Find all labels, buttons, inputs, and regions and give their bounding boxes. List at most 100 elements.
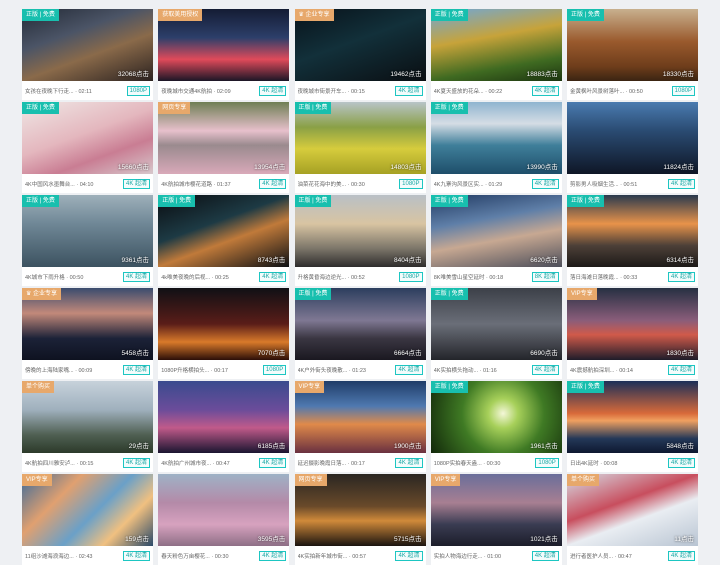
license-badge: 正版 | 免费	[430, 381, 468, 393]
video-thumbnail[interactable]: 7070点击	[158, 288, 290, 360]
video-thumbnail[interactable]: 正版 | 免费 9361点击	[22, 195, 153, 267]
video-card[interactable]: 正版 | 免费 8743点击 4k唯美夜晚的后视... · 00:25 4K 超清	[158, 195, 290, 286]
video-title[interactable]: 4K户外街头夜晚散... · 01:23	[298, 366, 396, 374]
video-thumbnail[interactable]: ♛ 企业专享 19462点击	[294, 9, 426, 81]
video-card[interactable]: 11824点击 剪影男人吸烟生活... · 00:51 4K 超清	[567, 102, 698, 193]
video-card[interactable]: 正版 | 免费 14803点击 油菜花花海中的美... · 00:30 1080P	[294, 102, 426, 193]
video-title[interactable]: 落日海滩日落晚霞... · 00:33	[570, 273, 668, 281]
resolution-tag: 4K 超清	[259, 178, 287, 189]
video-card[interactable]: 正版 | 免费 15660点击 4K中国风水墨舞台... · 04:10 4K 超清	[22, 102, 153, 193]
video-card[interactable]: 正版 | 免费 18330点击 金黄枫叶风景树落叶... · 00:50 1080P	[567, 9, 698, 100]
video-thumbnail[interactable]: 11824点击	[567, 102, 698, 174]
video-title[interactable]: 夜晚城市街景开车... · 00:15	[298, 87, 396, 95]
video-title[interactable]: 剪影男人吸烟生活... · 00:51	[570, 180, 668, 188]
video-title[interactable]: 1080P升格横拍头... · 00:17	[161, 366, 263, 374]
video-title[interactable]: 11组沙滩海浪海边... · 02:43	[25, 552, 123, 560]
video-title[interactable]: 夜晚城市交通4K航拍 · 02:09	[161, 87, 259, 95]
video-thumbnail[interactable]: 正版 | 免费 13990点击	[430, 102, 562, 174]
video-thumbnail[interactable]: 单个购买 11点击	[567, 474, 698, 546]
video-title[interactable]: 金黄枫叶风景树落叶... · 00:50	[570, 87, 672, 95]
video-meta: 4k唯美夜晚的后视... · 00:25 4K 超清	[158, 267, 289, 286]
video-card[interactable]: 单个购买 29点击 4K航拍四川雅安泸... · 00:15 4K 超清	[22, 381, 153, 472]
video-card[interactable]: 正版 | 免费 13990点击 4K九寨沟风景区实... · 01:29 4K 超清	[430, 102, 562, 193]
video-title[interactable]: 4K九寨沟风景区实... · 01:29	[434, 180, 532, 188]
video-card[interactable]: 正版 | 免费 18883点击 4K夏天盛放的花朵... · 00:22 4K 超清	[430, 9, 562, 100]
video-thumbnail[interactable]: 正版 | 免费 18883点击	[430, 9, 562, 81]
video-card[interactable]: 获取美用授权 夜晚城市交通4K航拍 · 02:09 4K 超清	[158, 9, 290, 100]
video-title[interactable]: 4K实拍新年城市街... · 00:57	[298, 552, 396, 560]
video-card[interactable]: 正版 | 免费 6620点击 8K唯美雪山星空延时 · 00:18 8K 超清	[430, 195, 562, 286]
video-card[interactable]: 正版 | 免费 8404点击 升格黄昏海边逆光... · 00:52 1080P	[294, 195, 426, 286]
video-duration: 04:10	[79, 181, 94, 188]
video-meta: 油菜花花海中的美... · 00:30 1080P	[295, 174, 426, 193]
video-card[interactable]: 正版 | 免费 6664点击 4K户外街头夜晚散... · 01:23 4K 超清	[294, 288, 426, 379]
video-title[interactable]: 4k唯美夜晚的后视... · 00:25	[161, 273, 259, 281]
video-card[interactable]: VIP专享 159点击 11组沙滩海浪海边... · 02:43 4K 超清	[22, 474, 153, 565]
video-card[interactable]: 正版 | 免费 9361点击 4K城市下雨升格 · 00:50 4K 超清	[22, 195, 153, 286]
video-thumbnail[interactable]: ♛ 企业专享 5458点击	[22, 288, 153, 360]
video-thumbnail[interactable]: 正版 | 免费 15660点击	[22, 102, 153, 174]
video-title[interactable]: 日出4K延时 · 00:08	[570, 459, 668, 467]
video-thumbnail[interactable]: 网页专享 5715点击	[294, 474, 426, 546]
video-thumbnail[interactable]: 单个购买 29点击	[22, 381, 153, 453]
video-card[interactable]: 正版 | 免费 1961点击 1080P实拍春天盎... · 00:30 1080P	[430, 381, 562, 472]
video-card[interactable]: 6185点击 4K航拍广州城市夜... · 00:47 4K 超清	[158, 381, 290, 472]
video-title[interactable]: 4K中国风水墨舞台... · 04:10	[25, 180, 123, 188]
video-thumbnail[interactable]: VIP专享 159点击	[22, 474, 153, 546]
video-thumbnail[interactable]: 获取美用授权	[158, 9, 290, 81]
video-title[interactable]: 1080P实拍春天盎... · 00:30	[434, 459, 536, 467]
video-title[interactable]: 4K夏天盛放的花朵... · 00:22	[434, 87, 532, 95]
video-title[interactable]: 升格黄昏海边逆光... · 00:52	[298, 273, 400, 281]
video-meta: 夜晚城市交通4K航拍 · 02:09 4K 超清	[158, 81, 289, 100]
video-thumbnail[interactable]: 正版 | 免费 8743点击	[158, 195, 290, 267]
video-card[interactable]: VIP专享 1830点击 4K震撼航拍深圳... · 00:14 4K 超清	[567, 288, 698, 379]
video-card[interactable]: 单个购买 11点击 进行者医护人员... · 00:47 4K 超清	[567, 474, 698, 565]
video-thumbnail[interactable]: 正版 | 免费 6314点击	[567, 195, 698, 267]
video-thumbnail[interactable]: 6185点击	[158, 381, 290, 453]
video-card[interactable]: VIP专享 1021点击 实拍人物海边行走... · 01:00 4K 超清	[430, 474, 562, 565]
video-title[interactable]: 傍晚的上海陆家嘴... · 00:09	[25, 366, 123, 374]
video-card[interactable]: 网页专享 5715点击 4K实拍新年城市街... · 00:57 4K 超清	[294, 474, 426, 565]
video-title[interactable]: 4K航拍广州城市夜... · 00:47	[161, 459, 259, 467]
video-thumbnail[interactable]: VIP专享 1900点击	[294, 381, 426, 453]
video-title[interactable]: 8K唯美雪山星空延时 · 00:18	[434, 273, 532, 281]
video-thumbnail[interactable]: 正版 | 免费 1961点击	[430, 381, 562, 453]
video-thumbnail[interactable]: 正版 | 免费 6690点击	[430, 288, 562, 360]
video-card[interactable]: 正版 | 免费 5848点击 日出4K延时 · 00:08 4K 超清	[567, 381, 698, 472]
video-thumbnail[interactable]: VIP专享 1830点击	[567, 288, 698, 360]
video-card[interactable]: VIP专享 1900点击 延迟摄影晚霞日落... · 00:17 4K 超清	[294, 381, 426, 472]
license-badge: 正版 | 免费	[22, 9, 59, 21]
video-thumbnail[interactable]: 正版 | 免费 6620点击	[430, 195, 562, 267]
video-title[interactable]: 春天粉色万亩樱花... · 00:30	[161, 552, 259, 560]
video-title-text: 1080P实拍春天盎...	[433, 460, 482, 467]
video-card[interactable]: 正版 | 免费 6314点击 落日海滩日落晚霞... · 00:33 4K 超清	[567, 195, 698, 286]
video-title[interactable]: 4K城市下雨升格 · 00:50	[25, 273, 123, 281]
video-title[interactable]: 延迟摄影晚霞日落... · 00:17	[298, 459, 396, 467]
video-title[interactable]: 女孩在夜晚下行走... · 02:11	[25, 87, 127, 95]
license-badge: 网页专享	[294, 474, 327, 486]
video-title[interactable]: 进行者医护人员... · 00:47	[570, 552, 668, 560]
video-title[interactable]: 实拍人物海边行走... · 01:00	[434, 552, 532, 560]
video-thumbnail[interactable]: VIP专享 1021点击	[430, 474, 562, 546]
view-count: 1961点击	[530, 443, 558, 450]
video-title[interactable]: 4K震撼航拍深圳... · 00:14	[570, 366, 668, 374]
video-thumbnail[interactable]: 3595点击	[158, 474, 290, 546]
video-thumbnail[interactable]: 正版 | 免费 18330点击	[567, 9, 698, 81]
video-title[interactable]: 4K航拍四川雅安泸... · 00:15	[25, 459, 123, 467]
video-thumbnail[interactable]: 正版 | 免费 6664点击	[294, 288, 426, 360]
video-thumbnail[interactable]: 正版 | 免费 14803点击	[294, 102, 426, 174]
video-thumbnail[interactable]: 正版 | 免费 8404点击	[294, 195, 426, 267]
video-title[interactable]: 油菜花花海中的美... · 00:30	[298, 180, 400, 188]
video-card[interactable]: 网页专享 13954点击 4K航拍城市樱花道路 · 01:37 4K 超清	[158, 102, 290, 193]
video-thumbnail[interactable]: 正版 | 免费 32068点击	[22, 9, 153, 81]
video-thumbnail[interactable]: 正版 | 免费 5848点击	[567, 381, 698, 453]
video-card[interactable]: 正版 | 免费 6690点击 4K实拍横头拖动... · 01:16 4K 超清	[430, 288, 562, 379]
video-title[interactable]: 4K航拍城市樱花道路 · 01:37	[161, 180, 259, 188]
video-card[interactable]: 7070点击 1080P升格横拍头... · 00:17 1080P	[158, 288, 290, 379]
video-card[interactable]: ♛ 企业专享 5458点击 傍晚的上海陆家嘴... · 00:09 4K 超清	[22, 288, 153, 379]
video-card[interactable]: 正版 | 免费 32068点击 女孩在夜晚下行走... · 02:11 1080P	[22, 9, 153, 100]
video-card[interactable]: ♛ 企业专享 19462点击 夜晚城市街景开车... · 00:15 4K 超清	[294, 9, 426, 100]
video-thumbnail[interactable]: 网页专享 13954点击	[158, 102, 290, 174]
video-title[interactable]: 4K实拍横头拖动... · 01:16	[434, 366, 532, 374]
video-card[interactable]: 3595点击 春天粉色万亩樱花... · 00:30 4K 超清	[158, 474, 290, 565]
